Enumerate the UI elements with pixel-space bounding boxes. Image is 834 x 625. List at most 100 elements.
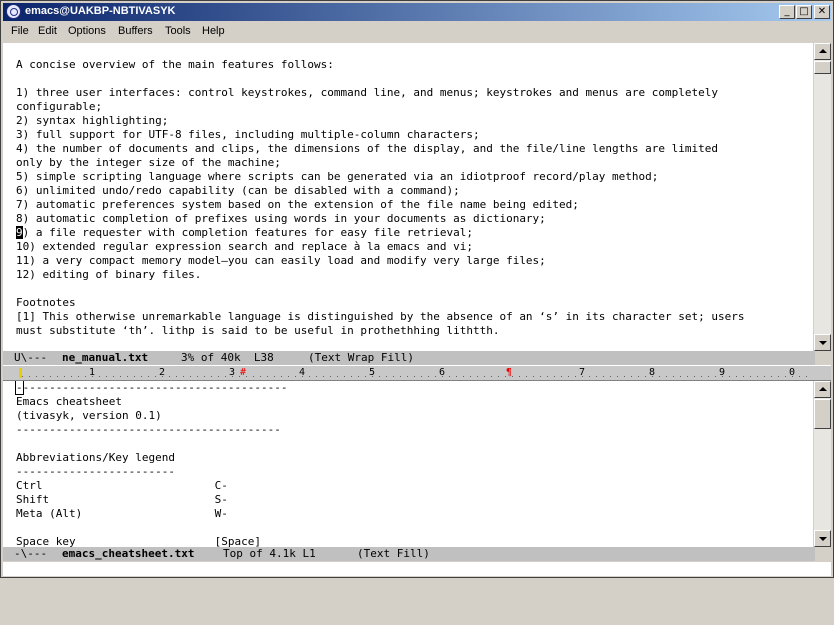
ruler-tick (652, 376, 653, 377)
text-line: Meta (Alt) W- (16, 507, 228, 520)
top-editor-pane[interactable]: A concise overview of the main features … (3, 43, 813, 351)
ruler-tick (29, 376, 30, 377)
top-pane-scrollbar[interactable] (814, 43, 831, 351)
scroll-down-button[interactable] (814, 530, 831, 547)
scroll-thumb[interactable] (814, 61, 831, 74)
echo-area (3, 562, 831, 576)
ruler-tick (141, 376, 142, 377)
ruler-tick (169, 376, 170, 377)
ruler-tick (659, 376, 660, 377)
ruler-tick (190, 376, 191, 377)
text-line: ------------------------ (16, 465, 175, 478)
ruler-tick (113, 376, 114, 377)
ruler-tick (351, 376, 352, 377)
ruler-tick (526, 376, 527, 377)
arrow-up-icon (819, 387, 827, 391)
ruler-tick (225, 376, 226, 377)
scroll-up-button[interactable] (814, 381, 831, 398)
menu-help[interactable]: Help (202, 25, 225, 37)
emacs-window: emacs@UAKBP-NBTIVASYK _ □ ✕ File Edit Op… (0, 0, 834, 578)
ruler-tick (498, 376, 499, 377)
ruler-tick (379, 376, 380, 377)
arrow-down-icon (819, 341, 827, 345)
ruler-tick (729, 376, 730, 377)
text-line: 3) full support for UTF-8 files, includi… (16, 128, 480, 141)
ruler-tick (701, 376, 702, 377)
ruler-tick (680, 376, 681, 377)
ruler-tick (288, 376, 289, 377)
ruler-tick (393, 376, 394, 377)
ruler-tick (274, 376, 275, 377)
ruler-tick (589, 376, 590, 377)
ruler-tick (631, 376, 632, 377)
ruler-tick (407, 376, 408, 377)
ruler-tick (638, 376, 639, 377)
ruler-tick (323, 376, 324, 377)
ruler-tick (778, 376, 779, 377)
ruler-tick (295, 376, 296, 377)
menu-options[interactable]: Options (68, 25, 106, 37)
ruler-tick (337, 376, 338, 377)
ruler-tick (176, 376, 177, 377)
ruler-tick (344, 376, 345, 377)
maximize-button[interactable]: □ (796, 5, 812, 19)
menu-tools[interactable]: Tools (165, 25, 191, 37)
scroll-down-button[interactable] (814, 334, 831, 351)
ruler-tick (484, 376, 485, 377)
ruler-tick (722, 376, 723, 377)
ruler-tick (85, 376, 86, 377)
ruler-tick (36, 376, 37, 377)
ruler-tick (582, 376, 583, 377)
ruler-tick (477, 376, 478, 377)
arrow-up-icon (819, 49, 827, 53)
modeline-buffer-name[interactable]: emacs_cheatsheet.txt (62, 547, 194, 561)
bottom-editor-pane[interactable]: ----------------------------------------… (3, 381, 813, 547)
ruler-tick (673, 376, 674, 377)
ruler-tick (603, 376, 604, 377)
scroll-up-button[interactable] (814, 43, 831, 60)
ruler-tick (617, 376, 618, 377)
cursor-line: 9) a file requester with completion feat… (16, 226, 473, 240)
menu-file[interactable]: File (11, 25, 29, 37)
ruler-tick (554, 376, 555, 377)
ruler-tick (463, 376, 464, 377)
text-line: Space key [Space] (16, 535, 262, 547)
menu-edit[interactable]: Edit (38, 25, 57, 37)
text-line: 5) simple scripting language where scrip… (16, 170, 659, 183)
modeline-flags: -\--- (14, 547, 48, 560)
text-line: Ctrl C- (16, 479, 228, 492)
modeline-flags: U\--- (14, 351, 48, 364)
ruler-tick (799, 376, 800, 377)
ruler-tick (197, 376, 198, 377)
ruler-tick (260, 376, 261, 377)
bottom-pane-scrollbar[interactable] (814, 381, 831, 547)
ruler-tick (666, 376, 667, 377)
ruler-tick (155, 376, 156, 377)
text-line: 2) syntax highlighting; (16, 114, 169, 127)
ruler-tick (771, 376, 772, 377)
ruler-tick (512, 376, 513, 377)
ruler-tick (309, 376, 310, 377)
ruler-tick (624, 376, 625, 377)
ruler-tick (22, 376, 23, 377)
text-cursor: 9 (16, 226, 23, 239)
title-bar[interactable]: emacs@UAKBP-NBTIVASYK _ □ ✕ (3, 3, 831, 21)
modeline-mode[interactable]: (Text Fill) (357, 547, 430, 561)
close-button[interactable]: ✕ (814, 5, 830, 19)
ruler-tick (64, 376, 65, 377)
modeline-buffer-name[interactable]: ne_manual.txt (62, 351, 148, 365)
modeline-mode[interactable]: (Text Wrap Fill) (308, 351, 414, 365)
ruler-tick (764, 376, 765, 377)
text-line: ---------------------------------------- (16, 423, 281, 436)
text-line: Shift S- (16, 493, 228, 506)
emacs-app-icon[interactable] (6, 4, 21, 19)
text-line: 11) a very compact memory model—you can … (16, 254, 546, 267)
text-line: ---------------------------------------- (22, 381, 288, 394)
scroll-thumb[interactable] (814, 399, 831, 429)
text-line: 7) automatic preferences system based on… (16, 198, 579, 211)
minimize-button[interactable]: _ (779, 5, 795, 19)
ruler-tick (757, 376, 758, 377)
menu-buffers[interactable]: Buffers (118, 25, 153, 37)
ruler-tick (330, 376, 331, 377)
text-line: 8) automatic completion of prefixes usin… (16, 212, 546, 225)
